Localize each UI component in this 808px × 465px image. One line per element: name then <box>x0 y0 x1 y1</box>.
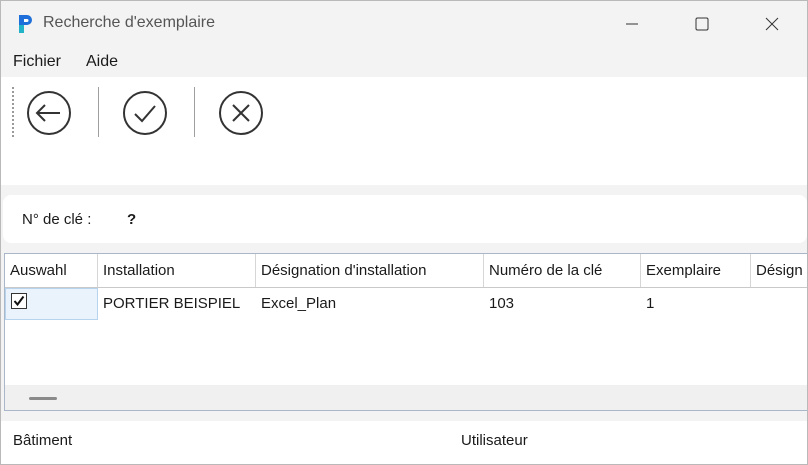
menu-fichier[interactable]: Fichier <box>13 53 61 71</box>
cell-exemplaire[interactable]: 1 <box>641 288 751 320</box>
menu-aide[interactable]: Aide <box>86 53 118 71</box>
status-bar: Bâtiment Utilisateur <box>1 421 807 464</box>
cell-designation-2[interactable] <box>751 288 807 320</box>
key-number-label: N° de clé : <box>22 211 92 228</box>
status-building: Bâtiment <box>13 432 73 449</box>
app-window: Recherche d'exemplaire Fichier Aide N° d… <box>0 0 808 465</box>
column-header-key-number[interactable]: Numéro de la clé <box>484 254 641 287</box>
selection-cell[interactable] <box>5 288 98 320</box>
column-header-exemplaire[interactable]: Exemplaire <box>641 254 751 287</box>
toolbar-grip[interactable] <box>12 87 14 139</box>
toolbar-separator <box>194 87 195 137</box>
minimize-button[interactable] <box>597 1 667 47</box>
key-number-value: ? <box>127 211 137 228</box>
window-title: Recherche d'exemplaire <box>43 14 216 31</box>
cell-installation[interactable]: PORTIER BEISPIEL <box>98 288 256 320</box>
confirm-button[interactable] <box>119 87 171 139</box>
app-logo-icon <box>19 15 32 33</box>
toolbar <box>1 77 807 185</box>
results-grid: Auswahl Installation Désignation d'insta… <box>4 253 807 411</box>
maximize-button[interactable] <box>667 1 737 47</box>
close-button[interactable] <box>737 1 807 47</box>
scrollbar-thumb[interactable] <box>29 397 57 400</box>
back-arrow-icon <box>27 91 71 135</box>
title-bar[interactable]: Recherche d'exemplaire <box>1 1 807 47</box>
close-icon <box>765 17 779 31</box>
selection-checkbox[interactable] <box>11 293 27 309</box>
cancel-button[interactable] <box>215 87 267 139</box>
column-header-installation[interactable]: Installation <box>98 254 256 287</box>
cell-designation[interactable]: Excel_Plan <box>256 288 484 320</box>
cancel-circle-icon <box>219 91 263 135</box>
column-header-designation-2[interactable]: Désign <box>751 254 807 287</box>
minimize-icon <box>626 23 638 25</box>
back-button[interactable] <box>23 87 75 139</box>
horizontal-scrollbar[interactable] <box>5 385 807 410</box>
checkmark-icon <box>13 295 25 307</box>
menu-bar: Fichier Aide <box>1 47 807 77</box>
toolbar-separator <box>98 87 99 137</box>
table-row[interactable]: PORTIER BEISPIEL Excel_Plan 103 1 <box>5 288 807 320</box>
key-panel: N° de clé : ? <box>3 195 807 243</box>
status-user: Utilisateur <box>461 432 528 449</box>
check-circle-icon <box>123 91 167 135</box>
grid-header: Auswahl Installation Désignation d'insta… <box>5 254 807 288</box>
cell-key-number[interactable]: 103 <box>484 288 641 320</box>
column-header-auswahl[interactable]: Auswahl <box>5 254 98 287</box>
maximize-icon <box>695 17 709 31</box>
column-header-designation[interactable]: Désignation d'installation <box>256 254 484 287</box>
